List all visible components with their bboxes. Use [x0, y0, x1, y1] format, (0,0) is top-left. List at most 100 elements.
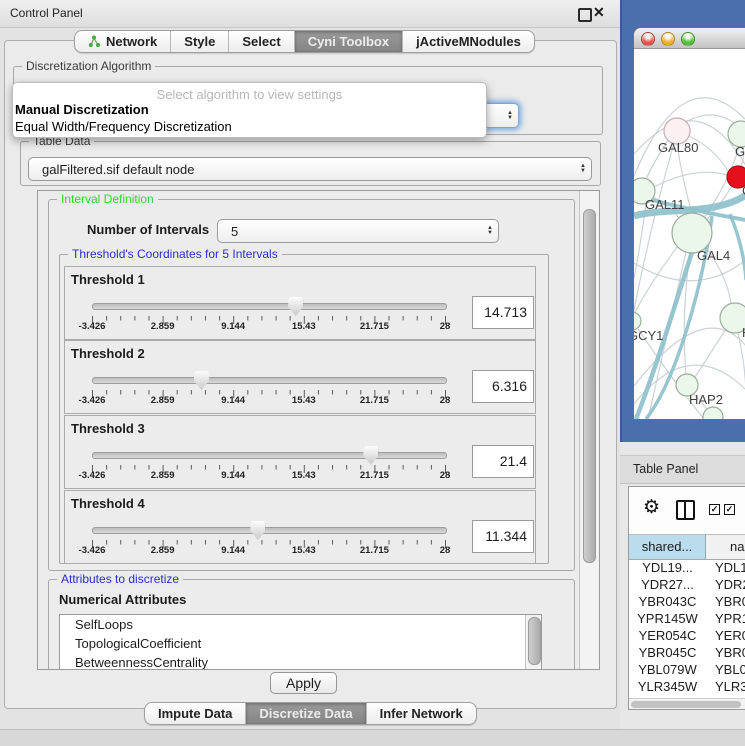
network-edge [634, 143, 674, 310]
apply-button[interactable]: Apply [270, 672, 337, 694]
threshold-value-field[interactable]: 21.4 [472, 445, 534, 478]
close-traffic-light-icon[interactable] [641, 32, 655, 46]
slider-track[interactable] [92, 303, 447, 310]
list-item[interactable]: BetweennessCentrality [60, 653, 541, 670]
numerical-attributes-label: Numerical Attributes [59, 592, 186, 607]
tick-label: 21.715 [360, 470, 389, 481]
threshold-value-field[interactable]: 14.713 [472, 296, 534, 329]
attributes-group: Attributes to discretize Numerical Attri… [48, 579, 575, 670]
tab-style[interactable]: Style [171, 31, 229, 52]
network-icon [88, 35, 101, 48]
combo-arrows-icon: ▲▼ [482, 226, 498, 236]
dropdown-item-manual-discretization[interactable]: Manual Discretization [15, 102, 149, 117]
list-item[interactable]: SelfLoops [60, 615, 541, 634]
tick-label: 21.715 [360, 395, 389, 406]
tab-jactivemnodules[interactable]: jActiveMNodules [403, 31, 534, 52]
table-row[interactable]: YDR27...YDR2 [629, 576, 745, 593]
list-item[interactable]: TopologicalCoefficient [60, 634, 541, 653]
threshold-panel-4: Threshold 4-3.4262.8599.14415.4321.71528… [64, 490, 536, 564]
tick-label: 9.144 [221, 545, 245, 556]
network-canvas[interactable]: GAL80GCGAL11GAL4GCY1HHAP2 [634, 48, 745, 419]
panel-title: Table Panel [633, 462, 698, 476]
numerical-attributes-list[interactable]: SelfLoopsTopologicalCoefficientBetweenne… [59, 614, 542, 670]
control-panel-titlebar: Control Panel ✕ [0, 0, 620, 28]
scrollbar-thumb[interactable] [631, 701, 741, 708]
tick-label: 9.144 [221, 321, 245, 332]
tick-label: 28 [440, 545, 451, 556]
checkbox-checked-icon[interactable]: ✓ [709, 504, 720, 515]
table-row[interactable]: YBL079WYBL0 [629, 661, 745, 678]
table-panel: ⚙ ✓ ✓ shared... na YDL19...YDL1YDR27...Y… [628, 486, 745, 710]
tab-cyni-toolbox[interactable]: Cyni Toolbox [295, 31, 403, 52]
network-node[interactable] [703, 407, 723, 419]
table-horizontal-scrollbar[interactable] [629, 698, 745, 710]
dropdown-item-equal-width-frequency[interactable]: Equal Width/Frequency Discretization [15, 119, 232, 134]
network-edge [730, 214, 745, 280]
main-scrollbar[interactable] [579, 191, 599, 669]
tab-impute-data[interactable]: Impute Data [145, 703, 246, 724]
tab-label: jActiveMNodules [416, 34, 521, 49]
threshold-panel-3: Threshold 3-3.4262.8599.14415.4321.71528… [64, 415, 536, 489]
threshold-value-field[interactable]: 11.344 [472, 520, 534, 553]
float-window-icon[interactable] [578, 8, 592, 22]
tick-label: 9.144 [221, 395, 245, 406]
checkbox-checked-icon[interactable]: ✓ [724, 504, 735, 515]
split-columns-icon[interactable] [676, 500, 695, 520]
tick-label: -3.426 [79, 395, 106, 406]
scrollbar-thumb[interactable] [528, 617, 541, 665]
network-node-gal4[interactable] [672, 213, 712, 253]
tab-label: Discretize Data [259, 706, 352, 721]
number-of-intervals-combobox[interactable]: 5 ▲▼ [217, 219, 499, 243]
settings-scrollpane: Interval Definition Number of Intervals … [37, 190, 600, 670]
scrollbar-thumb[interactable] [583, 209, 596, 563]
tab-label: Select [242, 34, 280, 49]
tick-label: -3.426 [79, 545, 106, 556]
panel-title: Control Panel [10, 6, 83, 20]
tab-network[interactable]: Network [75, 31, 171, 52]
tab-label: Infer Network [380, 706, 463, 721]
gear-icon[interactable]: ⚙ [643, 496, 660, 519]
slider-track[interactable] [92, 452, 447, 459]
node-label: GAL11 [645, 197, 685, 212]
number-of-intervals-label: Number of Intervals [87, 222, 209, 237]
minimize-traffic-light-icon[interactable] [661, 32, 675, 46]
cell-shared-name: YDR27... [629, 576, 706, 593]
node-label: GAL4 [697, 248, 730, 263]
tick-label: 21.715 [360, 545, 389, 556]
slider-track[interactable] [92, 377, 447, 384]
cell-shared-name: YLR345W [629, 678, 706, 695]
cell-shared-name: YBR043C [629, 593, 706, 610]
slider-tick-labels: -3.4262.8599.14415.4321.71528 [92, 545, 445, 557]
threshold-label: Threshold 1 [71, 272, 145, 287]
table-row[interactable]: YDL19...YDL1 [629, 559, 745, 576]
tick-label: 2.859 [151, 545, 175, 556]
tab-select[interactable]: Select [229, 31, 294, 52]
table-row[interactable]: YLR345WYLR3 [629, 678, 745, 695]
table-row[interactable]: YBR043CYBR0 [629, 593, 745, 610]
cell-shared-name: YBL079W [629, 661, 706, 678]
node-label: GAL80 [658, 140, 698, 155]
table-row[interactable]: YBR045CYBR0 [629, 644, 745, 661]
cell-shared-name: YBR045C [629, 644, 706, 661]
cell-name: YDL1 [706, 559, 745, 576]
tab-discretize-data[interactable]: Discretize Data [246, 703, 366, 724]
tick-label: 28 [440, 321, 451, 332]
table-row[interactable]: YPR145WYPR1 [629, 610, 745, 627]
threshold-panel-2: Threshold 2-3.4262.8599.14415.4321.71528… [64, 340, 536, 414]
tab-label: Cyni Toolbox [308, 34, 389, 49]
table-data-combobox[interactable]: galFiltered.sif default node ▲▼ [28, 157, 592, 181]
table-header-row: shared... na [629, 534, 745, 560]
cell-shared-name: YDL19... [629, 559, 706, 576]
threshold-value-field[interactable]: 6.316 [472, 370, 534, 403]
column-header-name[interactable]: na [706, 535, 745, 559]
group-title: Discretization Algorithm [22, 59, 155, 74]
column-header-shared-name[interactable]: shared... [629, 535, 706, 559]
tick-label: -3.426 [79, 470, 106, 481]
close-icon[interactable]: ✕ [593, 4, 605, 21]
zoom-traffic-light-icon[interactable] [681, 32, 695, 46]
slider-track[interactable] [92, 527, 447, 534]
list-scrollbar[interactable] [525, 615, 541, 670]
table-row[interactable]: YER054CYER0 [629, 627, 745, 644]
tick-label: 2.859 [151, 321, 175, 332]
tab-infer-network[interactable]: Infer Network [367, 703, 476, 724]
